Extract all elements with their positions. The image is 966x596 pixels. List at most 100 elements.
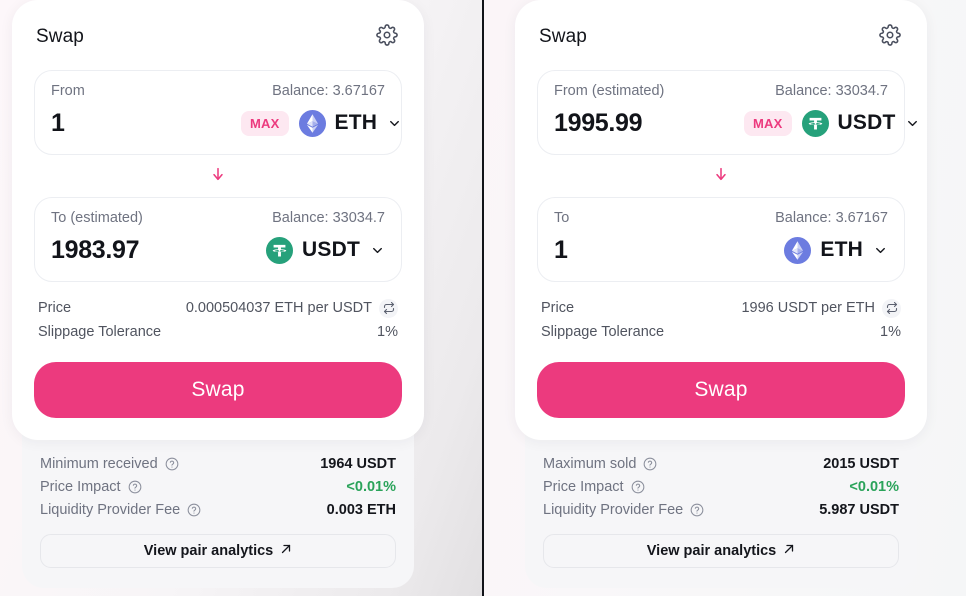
- help-icon[interactable]: [187, 503, 201, 517]
- help-icon[interactable]: [643, 457, 657, 471]
- price-row: Price 1996 USDT per ETH: [541, 296, 901, 320]
- summary-label: Price Impact: [543, 479, 624, 495]
- swap-summary: Maximum sold 2015 USDT Price Im: [525, 416, 917, 588]
- to-token-selector[interactable]: ETH: [784, 237, 888, 264]
- from-controls: MAX: [241, 110, 402, 137]
- swap-direction-icon[interactable]: [882, 299, 901, 318]
- view-pair-analytics-button[interactable]: View pair analytics: [40, 534, 396, 568]
- swap-panel-left: Swap From Balance: 3.6716: [0, 0, 482, 596]
- to-token-selector[interactable]: USDT: [266, 237, 385, 264]
- help-icon[interactable]: [128, 480, 142, 494]
- swap-button[interactable]: Swap: [537, 362, 905, 418]
- swap-card-header: Swap: [34, 20, 402, 50]
- slippage-value: 1%: [880, 324, 901, 340]
- page-title: Swap: [539, 26, 587, 48]
- from-controls: MAX USDT: [744, 110, 920, 137]
- summary-value: 1964 USDT: [320, 456, 396, 472]
- arrow-down-icon[interactable]: [210, 165, 226, 188]
- summary-label: Minimum received: [40, 456, 158, 472]
- help-icon[interactable]: [165, 457, 179, 471]
- chevron-down-icon: [387, 116, 402, 131]
- from-token-selector[interactable]: USDT: [802, 110, 921, 137]
- external-link-arrow-icon: [280, 543, 292, 559]
- summary-row: Maximum sold 2015 USDT: [543, 452, 899, 475]
- swap-widget: Swap From Balance: 3.6716: [12, 0, 424, 588]
- summary-label: Liquidity Provider Fee: [543, 502, 683, 518]
- summary-label-wrap: Maximum sold: [543, 456, 657, 472]
- external-link-arrow-icon: [783, 543, 795, 559]
- price-value: 1996 USDT per ETH: [741, 300, 875, 316]
- eth-logo-icon: [784, 237, 811, 264]
- swap-direction-row: [537, 155, 905, 197]
- to-balance: Balance: 3.67167: [775, 210, 888, 226]
- slippage-label: Slippage Tolerance: [541, 324, 664, 340]
- arrow-down-icon[interactable]: [713, 165, 729, 188]
- summary-label: Maximum sold: [543, 456, 636, 472]
- summary-row: Minimum received 1964 USDT: [40, 452, 396, 475]
- slippage-row: Slippage Tolerance 1%: [38, 320, 398, 344]
- price-label: Price: [38, 300, 71, 316]
- to-token-symbol: ETH: [820, 238, 863, 262]
- from-token-box: From Balance: 3.67167 MAX: [34, 70, 402, 155]
- swap-button[interactable]: Swap: [34, 362, 402, 418]
- from-box-input-row: MAX: [51, 106, 385, 140]
- to-amount-input[interactable]: [554, 236, 744, 265]
- to-controls: ETH: [784, 237, 888, 264]
- price-row: Price 0.000504037 ETH per USDT: [38, 296, 398, 320]
- from-label: From (estimated): [554, 83, 664, 99]
- swap-direction-row: [34, 155, 402, 197]
- help-icon[interactable]: [690, 503, 704, 517]
- to-box-input-row: ETH: [554, 233, 888, 267]
- swap-direction-icon[interactable]: [379, 299, 398, 318]
- to-controls: USDT: [266, 237, 385, 264]
- from-box-meta: From (estimated) Balance: 33034.7: [554, 83, 888, 99]
- from-token-box: From (estimated) Balance: 33034.7 MAX: [537, 70, 905, 155]
- analytics-label: View pair analytics: [647, 543, 777, 559]
- summary-label-wrap: Price Impact: [543, 479, 645, 495]
- summary-value: <0.01%: [346, 479, 396, 495]
- swap-card: Swap From (estimated) Bal: [515, 0, 927, 440]
- from-box-meta: From Balance: 3.67167: [51, 83, 385, 99]
- summary-value: <0.01%: [849, 479, 899, 495]
- from-balance: Balance: 33034.7: [775, 83, 888, 99]
- dual-screenshot-container: Swap From Balance: 3.6716: [0, 0, 966, 596]
- to-box-meta: To (estimated) Balance: 33034.7: [51, 210, 385, 226]
- settings-button[interactable]: [374, 24, 400, 50]
- from-token-selector[interactable]: ETH: [299, 110, 403, 137]
- to-box-meta: To Balance: 3.67167: [554, 210, 888, 226]
- summary-row: Price Impact <0.01%: [543, 475, 899, 498]
- help-icon[interactable]: [631, 480, 645, 494]
- price-value: 0.000504037 ETH per USDT: [186, 300, 372, 316]
- from-amount-input[interactable]: [51, 109, 241, 138]
- to-amount-input[interactable]: [51, 236, 241, 265]
- slippage-row: Slippage Tolerance 1%: [541, 320, 901, 344]
- slippage-value: 1%: [377, 324, 398, 340]
- max-button[interactable]: MAX: [241, 111, 289, 136]
- max-button[interactable]: MAX: [744, 111, 792, 136]
- summary-value: 2015 USDT: [823, 456, 899, 472]
- to-label: To (estimated): [51, 210, 143, 226]
- to-token-symbol: USDT: [302, 238, 360, 262]
- from-token-symbol: ETH: [335, 111, 378, 135]
- chevron-down-icon: [905, 116, 920, 131]
- summary-row: Price Impact <0.01%: [40, 475, 396, 498]
- from-token-symbol: USDT: [838, 111, 896, 135]
- summary-row: Liquidity Provider Fee 5.987 USDT: [543, 498, 899, 521]
- swap-summary: Minimum received 1964 USDT Pric: [22, 416, 414, 588]
- to-token-box: To Balance: 3.67167: [537, 197, 905, 282]
- summary-label: Liquidity Provider Fee: [40, 502, 180, 518]
- to-box-input-row: USDT: [51, 233, 385, 267]
- price-value-wrap: 1996 USDT per ETH: [741, 299, 901, 318]
- from-amount-input[interactable]: [554, 109, 744, 138]
- swap-card-header: Swap: [537, 20, 905, 50]
- gear-icon: [376, 24, 398, 51]
- summary-value: 0.003 ETH: [327, 502, 396, 518]
- summary-value: 5.987 USDT: [819, 502, 899, 518]
- from-label: From: [51, 83, 85, 99]
- summary-label-wrap: Liquidity Provider Fee: [40, 502, 201, 518]
- usdt-logo-icon: [802, 110, 829, 137]
- view-pair-analytics-button[interactable]: View pair analytics: [543, 534, 899, 568]
- slippage-label: Slippage Tolerance: [38, 324, 161, 340]
- settings-button[interactable]: [877, 24, 903, 50]
- price-label: Price: [541, 300, 574, 316]
